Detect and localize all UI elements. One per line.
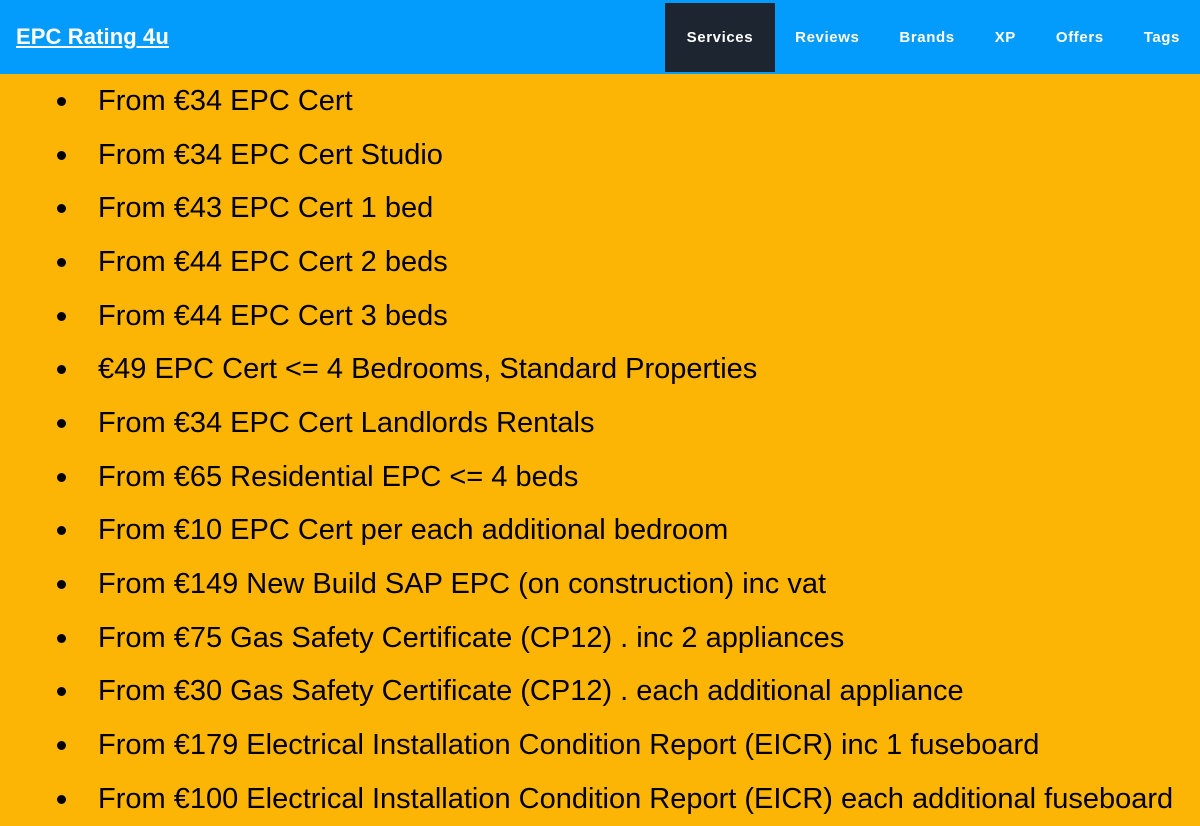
nav-item-tags[interactable]: Tags — [1124, 3, 1200, 72]
service-label: From €10 EPC Cert per each additional be… — [98, 514, 729, 547]
service-list-item: From €34 EPC Cert — [0, 74, 1200, 128]
brand-logo[interactable]: EPC Rating 4u — [16, 0, 169, 74]
service-list-item: From €65 Residential EPC <= 4 beds — [0, 450, 1200, 504]
bullet-icon — [57, 418, 66, 428]
service-label: From €34 EPC Cert — [98, 84, 353, 117]
service-list-item: From €30 Gas Safety Certificate (CP12) .… — [0, 665, 1200, 719]
bullet-icon — [57, 633, 66, 643]
service-label: From €34 EPC Cert Studio — [98, 138, 443, 171]
bullet-icon — [57, 687, 66, 697]
service-list-item: From €100 Electrical Installation Condit… — [0, 772, 1200, 826]
service-list-item: From €10 EPC Cert per each additional be… — [0, 504, 1200, 558]
service-label: From €30 Gas Safety Certificate (CP12) .… — [98, 675, 964, 708]
bullet-icon — [57, 794, 66, 804]
bullet-icon — [57, 311, 66, 321]
service-label: From €75 Gas Safety Certificate (CP12) .… — [98, 621, 845, 654]
service-label: From €43 EPC Cert 1 bed — [98, 192, 434, 225]
service-label: From €149 New Build SAP EPC (on construc… — [98, 568, 827, 601]
nav-item-offers[interactable]: Offers — [1036, 3, 1124, 72]
service-list-item: From €149 New Build SAP EPC (on construc… — [0, 557, 1200, 611]
service-label: From €100 Electrical Installation Condit… — [98, 782, 1174, 815]
bullet-icon — [57, 204, 66, 214]
content-area: From €34 EPC Cert From €34 EPC Cert Studi… — [0, 74, 1200, 822]
service-label: From €44 EPC Cert 2 beds — [98, 245, 448, 278]
service-list-item: From €44 EPC Cert 3 beds — [0, 289, 1200, 343]
bullet-icon — [57, 526, 66, 536]
services-list: From €34 EPC Cert From €34 EPC Cert Studi… — [0, 74, 1200, 826]
service-list-item: From €43 EPC Cert 1 bed — [0, 181, 1200, 235]
main-navigation: Services Reviews Brands XP Offers Tags — [664, 0, 1200, 74]
bullet-icon — [57, 741, 66, 751]
service-label: €49 EPC Cert <= 4 Bedrooms, Standard Pro… — [98, 353, 758, 386]
service-label: From €44 EPC Cert 3 beds — [98, 299, 448, 332]
nav-item-services[interactable]: Services — [664, 2, 776, 72]
service-label: From €65 Residential EPC <= 4 beds — [98, 460, 579, 493]
bullet-icon — [57, 472, 66, 482]
service-list-item: From €75 Gas Safety Certificate (CP12) .… — [0, 611, 1200, 665]
service-list-item: From €34 EPC Cert Studio — [0, 128, 1200, 182]
bullet-icon — [57, 257, 66, 267]
site-header: EPC Rating 4u Services Reviews Brands XP Off… — [0, 0, 1200, 74]
service-list-item: €49 EPC Cert <= 4 Bedrooms, Standard Pro… — [0, 342, 1200, 396]
bullet-icon — [57, 580, 66, 590]
service-label: From €179 Electrical Installation Condit… — [98, 729, 1040, 762]
service-label: From €34 EPC Cert Landlords Rentals — [98, 406, 595, 439]
bullet-icon — [57, 365, 66, 375]
service-list-item: From €179 Electrical Installation Condit… — [0, 718, 1200, 772]
nav-item-brands[interactable]: Brands — [879, 3, 974, 72]
service-list-item: From €34 EPC Cert Landlords Rentals — [0, 396, 1200, 450]
bullet-icon — [57, 150, 66, 160]
service-list-item: From €44 EPC Cert 2 beds — [0, 235, 1200, 289]
nav-item-xp[interactable]: XP — [975, 3, 1036, 72]
nav-item-reviews[interactable]: Reviews — [775, 3, 879, 72]
bullet-icon — [57, 96, 66, 106]
